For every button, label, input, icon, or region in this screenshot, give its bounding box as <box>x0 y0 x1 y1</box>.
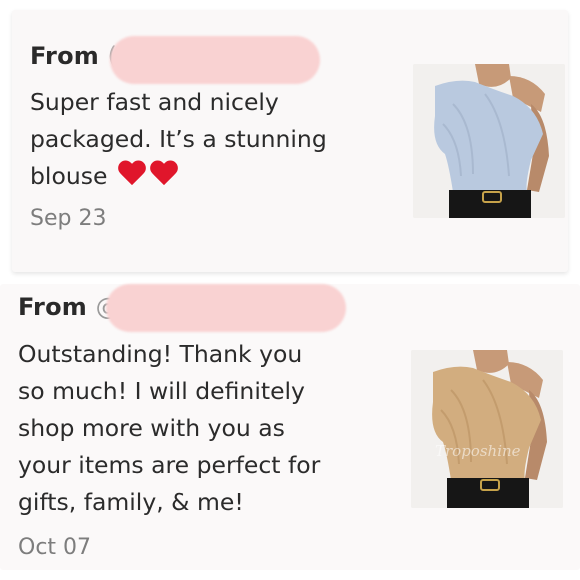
heart-icon <box>149 161 179 187</box>
from-label: From <box>18 293 87 321</box>
review-card: From @ Outstanding! Thank you so much! I… <box>0 284 580 570</box>
watermark-text: Troposhine <box>435 442 521 460</box>
review-from: From @ <box>18 293 120 321</box>
message-line: so much! I will definitely <box>18 377 305 405</box>
message-line: blouse <box>30 162 108 190</box>
from-label: From <box>30 42 99 70</box>
review-message: Outstanding! Thank you so much! I will d… <box>18 336 320 521</box>
product-photo[interactable]: Troposhine <box>411 350 563 508</box>
product-photo[interactable] <box>413 64 565 218</box>
message-line: gifts, family, & me! <box>18 488 244 516</box>
message-line: your items are perfect for <box>18 451 321 479</box>
message-line: Outstanding! Thank you <box>18 340 303 368</box>
review-date: Oct 07 <box>18 535 92 560</box>
redacted-username <box>106 284 346 332</box>
redacted-username <box>110 36 320 84</box>
message-line: Super fast and nicely <box>30 88 279 116</box>
blouse-image <box>411 350 563 508</box>
review-card: From ( Super fast and nicely packaged. I… <box>12 10 568 272</box>
message-line: shop more with you as <box>18 414 285 442</box>
heart-icon <box>117 161 147 187</box>
review-message: Super fast and nicely packaged. It’s a s… <box>30 84 327 195</box>
review-from: From ( <box>30 42 117 70</box>
message-line: packaged. It’s a stunning <box>30 125 327 153</box>
blouse-image <box>413 64 565 218</box>
review-date: Sep 23 <box>30 206 107 231</box>
